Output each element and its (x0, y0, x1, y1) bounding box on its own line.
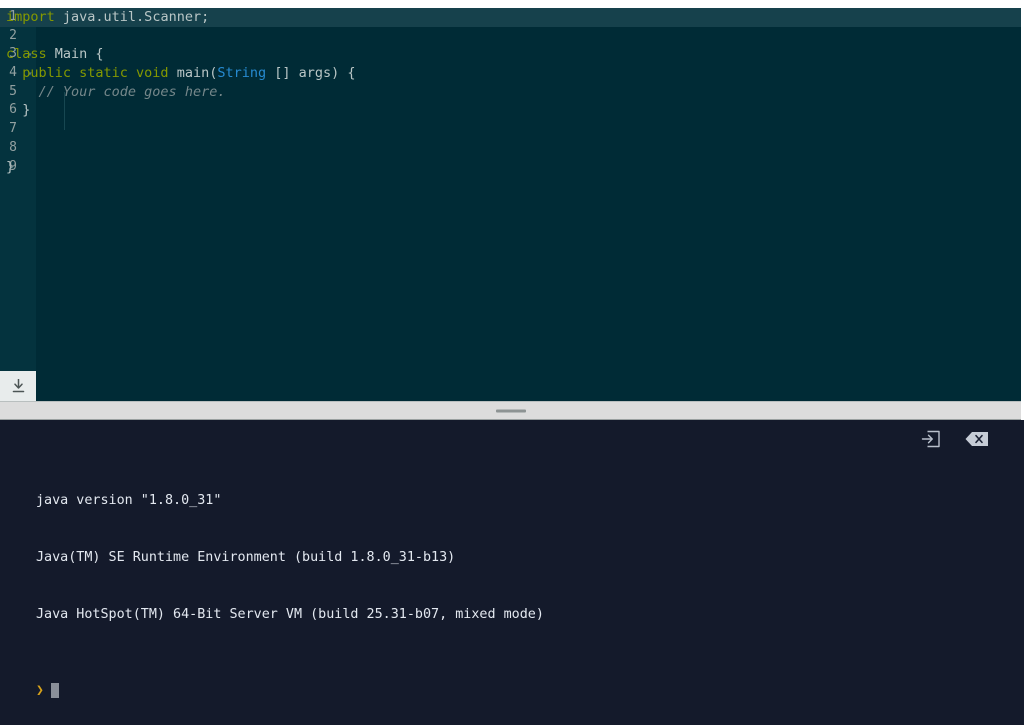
code-line-text: public static void main(String [] args) … (6, 64, 356, 83)
enter-arrow-icon (921, 430, 940, 448)
splitter-drag-handle[interactable] (495, 409, 526, 412)
editor-scroll-area[interactable]: 1▾import java.util.Scanner;2▾3▾class Mai… (0, 8, 1021, 401)
pane-splitter[interactable] (0, 401, 1021, 420)
backspace-clear-icon (965, 432, 988, 446)
code-line[interactable]: 4 ▾ public static void main(String [] arg… (0, 64, 1021, 83)
code-line-text: } (6, 101, 30, 120)
console-output: java version "1.8.0_31" Java(TM) SE Runt… (36, 453, 1024, 725)
code-token: } (6, 102, 31, 119)
code-token: [] args) { (266, 65, 356, 82)
download-button[interactable] (0, 371, 36, 401)
line-number: 2▾ (0, 27, 36, 46)
console-toolbar (918, 428, 990, 450)
code-line[interactable]: 7▾ (0, 120, 1021, 139)
code-token: class (6, 46, 47, 63)
code-token: Main { (46, 46, 104, 63)
code-editor-pane[interactable]: 1▾import java.util.Scanner;2▾3▾class Mai… (0, 8, 1021, 401)
download-icon (12, 379, 24, 393)
console-output-line: Java HotSpot(TM) 64-Bit Server VM (build… (36, 607, 544, 622)
console-prompt-row[interactable]: ❯ (36, 681, 1024, 700)
code-line-text: import java.util.Scanner; (6, 8, 209, 27)
indent-guide (64, 92, 65, 111)
focus-input-button[interactable] (918, 428, 944, 450)
code-line-text: // Your code goes here. (6, 83, 226, 102)
console-output-line: Java(TM) SE Runtime Environment (build 1… (36, 550, 456, 565)
line-number: 8▾ (0, 139, 36, 158)
clear-console-button[interactable] (964, 428, 990, 450)
java-ide-window: 1▾import java.util.Scanner;2▾3▾class Mai… (0, 0, 1024, 725)
code-line[interactable]: 5▾ // Your code goes here. (0, 83, 1021, 102)
code-line[interactable]: 2▾ (0, 27, 1021, 46)
code-token: main( (168, 65, 218, 82)
code-token: java.util.Scanner; (54, 9, 210, 25)
code-token: import (6, 9, 55, 25)
line-number-label: 2 (9, 27, 17, 43)
code-token: String (217, 65, 267, 82)
line-number-label: 8 (9, 139, 17, 155)
text-cursor (50, 683, 59, 698)
code-token: public static void (22, 65, 169, 82)
code-line[interactable]: 1▾import java.util.Scanner; (0, 8, 1021, 27)
editor-lines[interactable]: 1▾import java.util.Scanner;2▾3▾class Mai… (0, 8, 1021, 176)
code-line[interactable]: 3 ▾ class Main { (0, 45, 1021, 64)
code-line-text: class Main { (6, 45, 104, 64)
code-line[interactable]: 6▾ } (0, 101, 1021, 120)
console-pane[interactable]: java version "1.8.0_31" Java(TM) SE Runt… (0, 420, 1024, 725)
code-line[interactable]: 9▾} (0, 158, 1021, 177)
code-token: // Your code goes here. (38, 83, 226, 100)
code-line-text: } (6, 158, 14, 177)
indent-guide (64, 111, 65, 130)
prompt-chevron-icon: ❯ (36, 683, 44, 698)
line-number-label: 7 (9, 121, 17, 137)
console-output-line: java version "1.8.0_31" (36, 493, 222, 508)
line-number: 7▾ (0, 120, 36, 139)
code-line[interactable]: 8▾ (0, 139, 1021, 158)
code-token: } (6, 158, 15, 175)
